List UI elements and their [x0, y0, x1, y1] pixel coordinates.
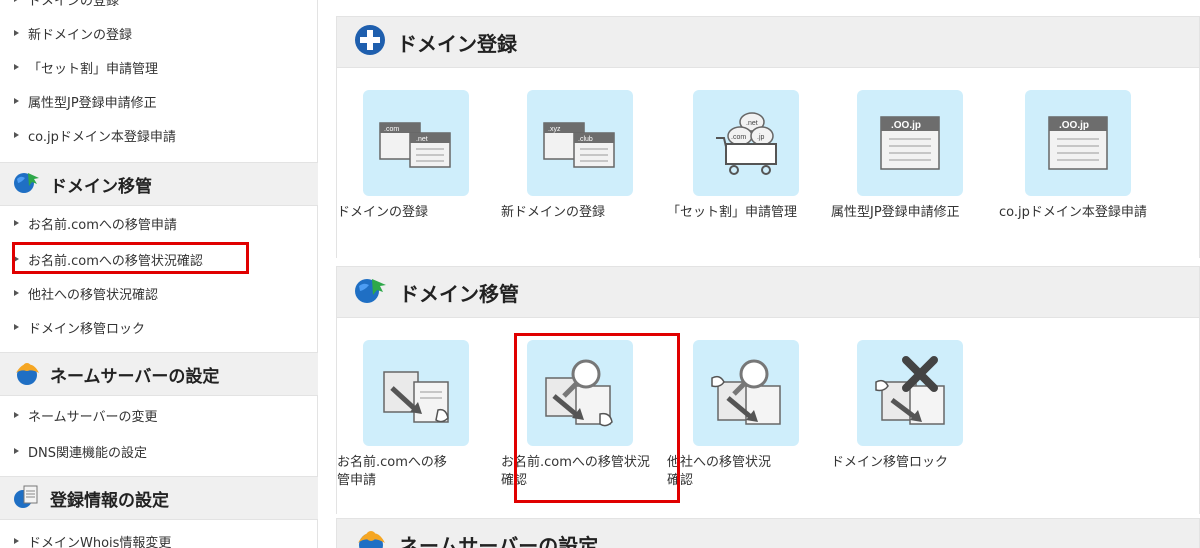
sidebar-item-jp-attribute[interactable]: 属性型JP登録申請修正 — [14, 88, 157, 114]
tile-transfer-in[interactable]: お名前.comへの移管申請 — [337, 340, 497, 490]
bullet-icon — [14, 324, 19, 330]
new-domain-register-icon: .xyz .club — [527, 90, 633, 196]
tile-transfer-out-status[interactable]: 他社への移管状況確認 — [667, 340, 827, 490]
svg-text:.jp: .jp — [757, 134, 765, 141]
sidebar-item-dns-settings[interactable]: DNS関連機能の設定 — [14, 438, 147, 464]
tile-transfer-lock[interactable]: ドメイン移管ロック — [831, 340, 991, 472]
transfer-lock-icon — [857, 340, 963, 446]
sidebar-section-nameserver: ネームサーバーの設定 — [0, 352, 318, 396]
globe-transfer-icon — [12, 169, 42, 200]
sidebar-item-transfer-out-status[interactable]: 他社への移管状況確認 — [14, 280, 158, 306]
main-content: ドメイン登録 .com .net ドメインの登録 .xyz .club 新ドメイ… — [336, 0, 1200, 548]
sidebar-item-nameserver-change[interactable]: ネームサーバーの変更 — [14, 402, 157, 428]
bullet-icon — [14, 220, 19, 226]
tile-new-domain-register[interactable]: .xyz .club 新ドメインの登録 — [501, 90, 661, 222]
bullet-icon — [14, 412, 19, 418]
highlight-box-tile — [514, 333, 680, 503]
svg-text:.xyz: .xyz — [548, 126, 561, 133]
tile-cojp-register[interactable]: .OO.jp co.jpドメイン本登録申請 — [999, 90, 1159, 222]
sidebar-item-domain-register[interactable]: ドメインの登録 — [14, 0, 119, 12]
bullet-icon — [14, 290, 19, 296]
sidebar-section-registration-info: 登録情報の設定 — [0, 476, 318, 520]
svg-text:.com: .com — [384, 126, 399, 133]
panel-header-domain-register: ドメイン登録 — [336, 16, 1200, 68]
plus-circle-icon — [353, 23, 387, 62]
globe-transfer-icon — [353, 275, 389, 310]
svg-text:.club: .club — [578, 136, 593, 143]
sidebar-item-new-domain-register[interactable]: 新ドメインの登録 — [14, 20, 132, 46]
bullet-icon — [14, 0, 19, 2]
tile-set-discount[interactable]: .net .com .jp 「セット割」申請管理 — [667, 90, 827, 222]
panel-body-domain-transfer: お名前.comへの移管申請 お名前.comへの移管状況確認 他社への移管状況確認… — [336, 318, 1200, 514]
panel-header-domain-transfer: ドメイン移管 — [336, 266, 1200, 318]
tile-domain-register[interactable]: .com .net ドメインの登録 — [337, 90, 497, 222]
sidebar-item-cojp-register[interactable]: co.jpドメイン本登録申請 — [14, 122, 176, 148]
panel-body-domain-register: .com .net ドメインの登録 .xyz .club 新ドメインの登録 .n… — [336, 68, 1200, 258]
panel-header-nameserver: ネームサーバーの設定 — [336, 518, 1200, 548]
bullet-icon — [14, 98, 19, 104]
sidebar-item-set-discount[interactable]: 「セット割」申請管理 — [14, 54, 158, 80]
svg-text:.net: .net — [746, 120, 758, 127]
globe-person-icon — [12, 359, 42, 390]
sidebar-item-transfer-lock[interactable]: ドメイン移管ロック — [14, 314, 145, 340]
jp-domain-icon: .OO.jp — [857, 90, 963, 196]
svg-text:.OO.jp: .OO.jp — [1059, 120, 1089, 131]
globe-document-icon — [12, 483, 42, 514]
bullet-icon — [14, 538, 19, 544]
sidebar-section-transfer: ドメイン移管 — [0, 162, 318, 206]
svg-text:.OO.jp: .OO.jp — [891, 120, 921, 131]
bullet-icon — [14, 30, 19, 36]
domain-register-icon: .com .net — [363, 90, 469, 196]
bullet-icon — [14, 64, 19, 70]
svg-text:.net: .net — [416, 136, 428, 143]
sidebar-item-whois-change[interactable]: ドメインWhois情報変更 — [14, 528, 171, 548]
bullet-icon — [14, 132, 19, 138]
bullet-icon — [14, 448, 19, 454]
cart-icon: .net .com .jp — [693, 90, 799, 196]
tile-jp-attribute[interactable]: .OO.jp 属性型JP登録申請修正 — [831, 90, 991, 222]
transfer-out-status-icon — [693, 340, 799, 446]
svg-text:.com: .com — [731, 134, 746, 141]
highlight-box-sidebar — [12, 242, 249, 274]
cojp-domain-icon: .OO.jp — [1025, 90, 1131, 196]
sidebar-item-transfer-in[interactable]: お名前.comへの移管申請 — [14, 210, 177, 236]
globe-person-icon — [353, 527, 389, 548]
sidebar: ドメインの登録 新ドメインの登録 「セット割」申請管理 属性型JP登録申請修正 … — [0, 0, 318, 548]
transfer-in-icon — [363, 340, 469, 446]
